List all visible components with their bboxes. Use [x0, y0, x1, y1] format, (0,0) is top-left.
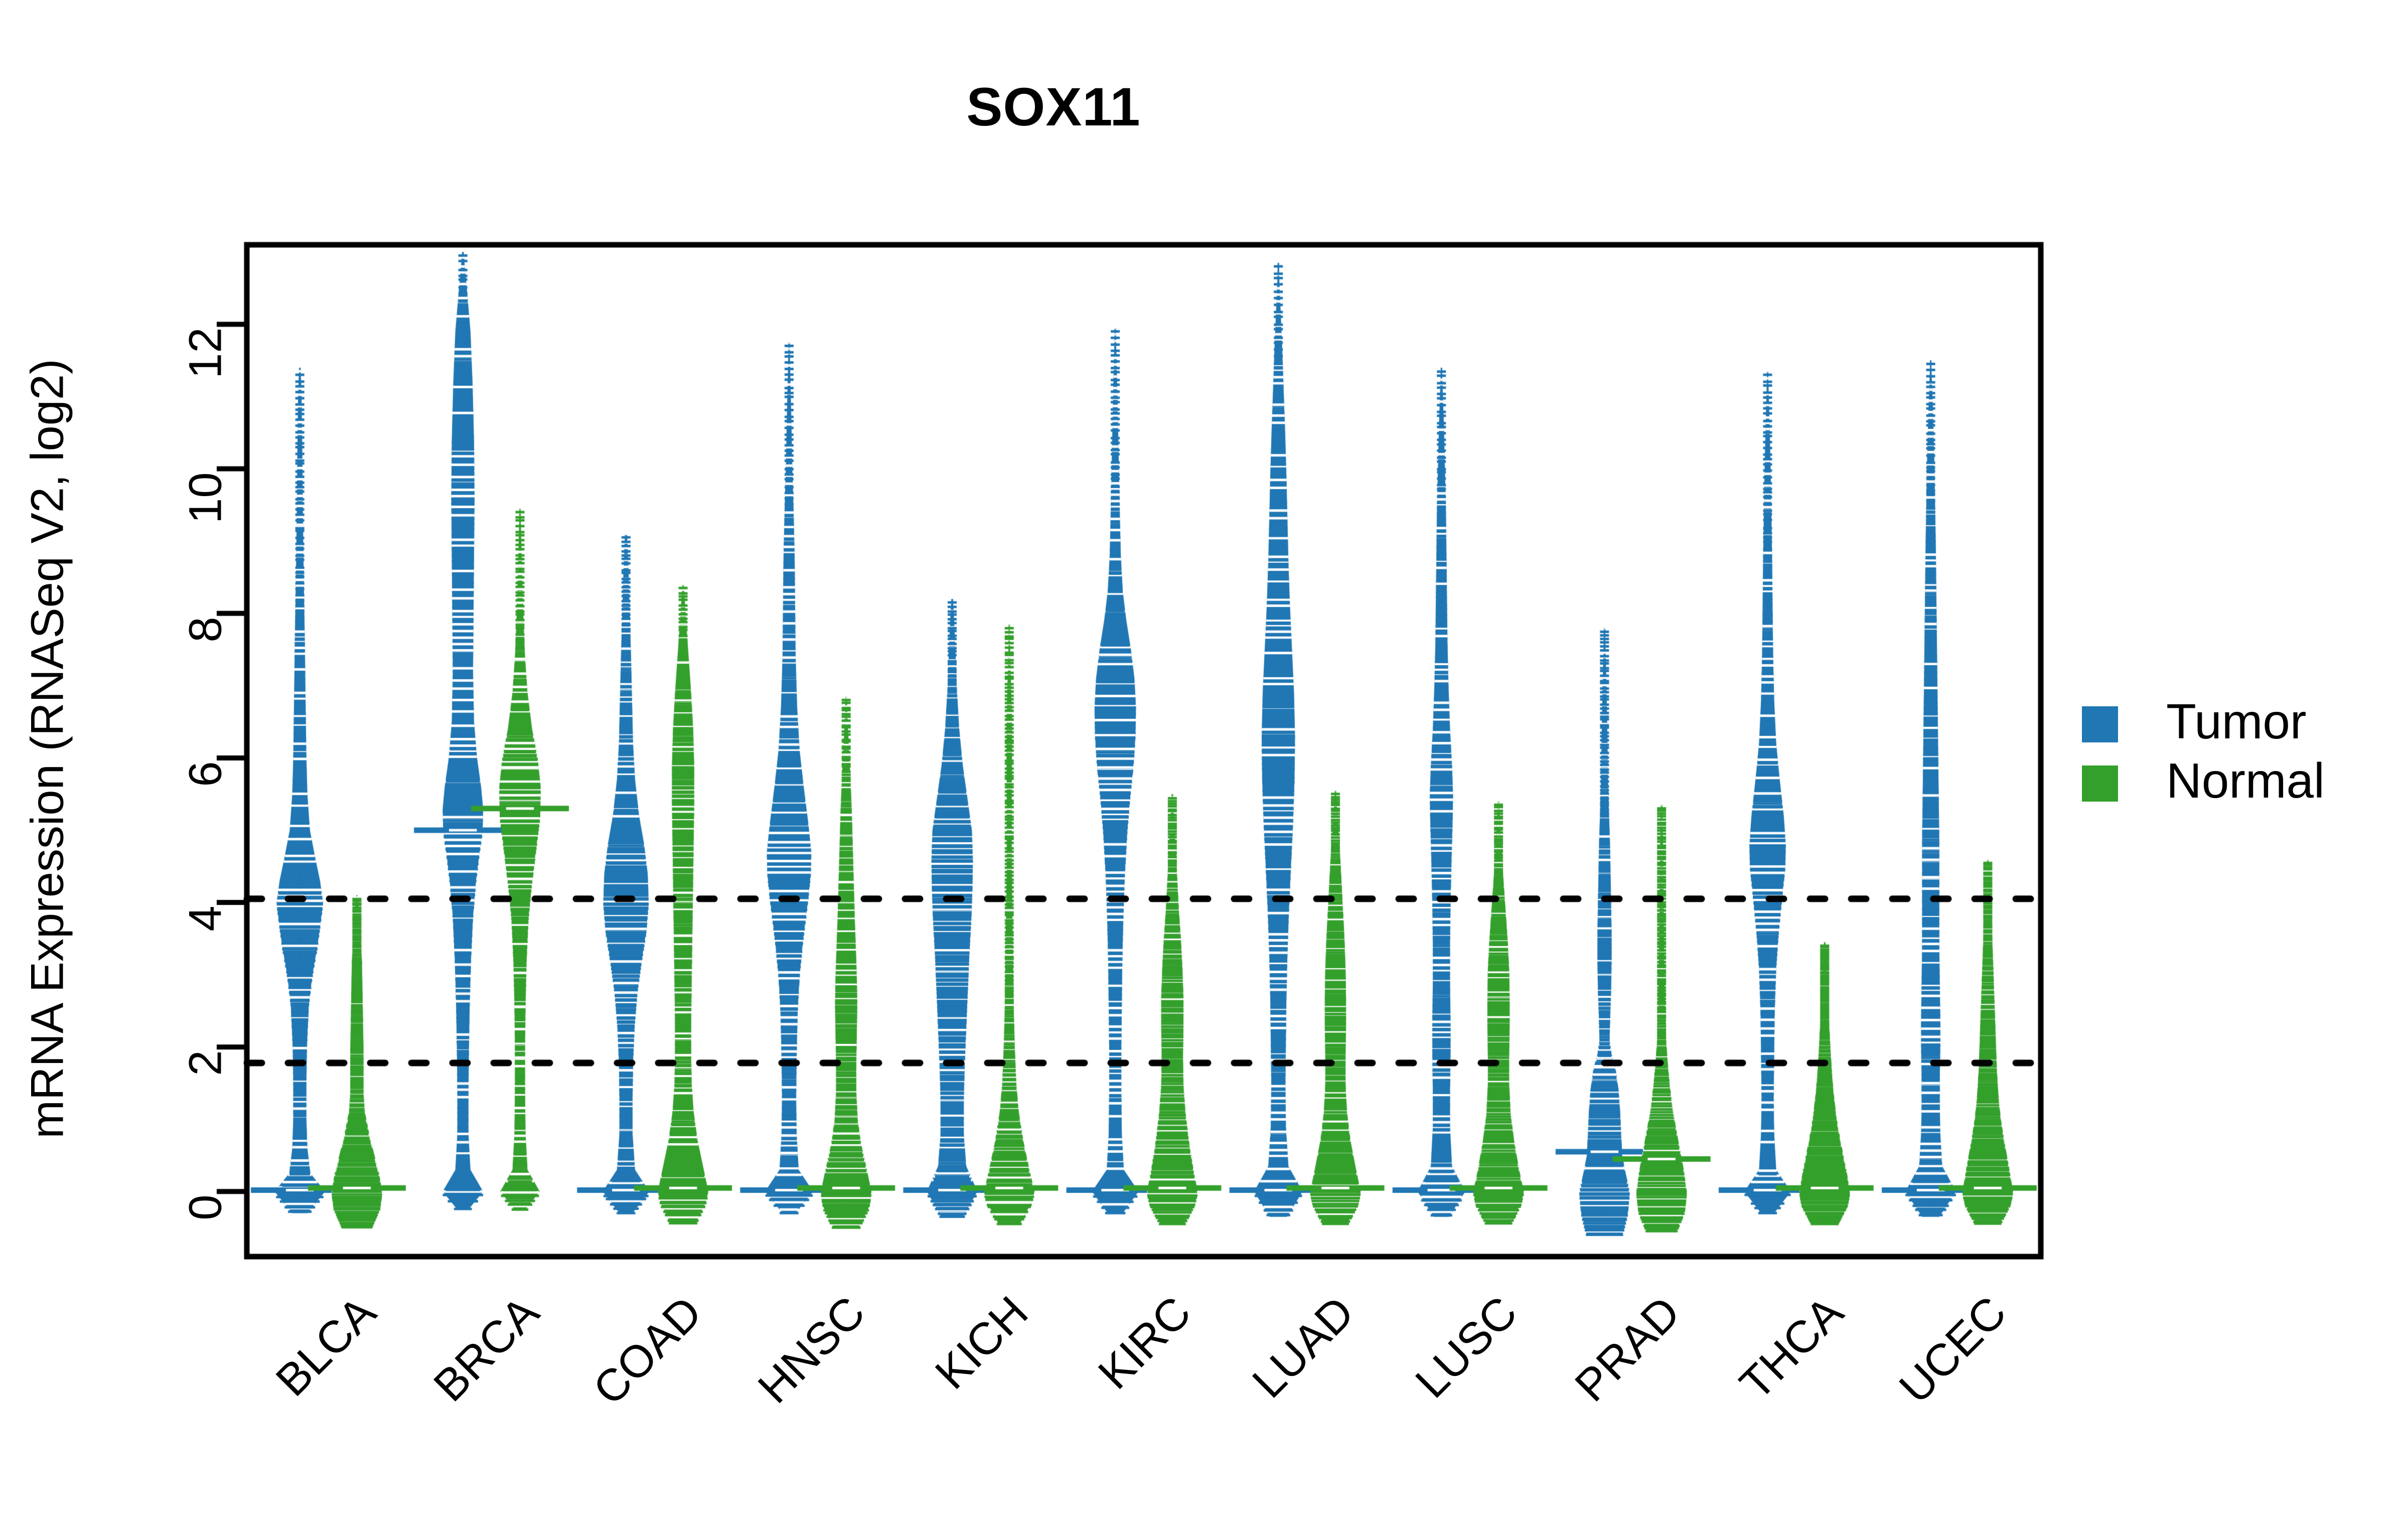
- y-tick-label: 6: [180, 761, 231, 787]
- legend-swatch-tumor: [2082, 706, 2118, 742]
- y-tick-label: 10: [180, 472, 231, 524]
- legend-label-normal: Normal: [2166, 753, 2325, 808]
- chart-figure: SOX11 mRNA Expression (RNASeq V2, log2) …: [0, 0, 2408, 1505]
- y-tick-label: 8: [180, 617, 231, 643]
- y-tick-label: 12: [180, 327, 231, 379]
- y-tick-label: 2: [180, 1050, 231, 1076]
- page-title: SOX11: [966, 76, 1141, 137]
- y-tick-label: 0: [180, 1194, 231, 1220]
- y-tick-label: 4: [180, 905, 231, 932]
- legend-swatch-normal: [2082, 765, 2118, 802]
- legend-label-tumor: Tumor: [2166, 694, 2307, 749]
- violin-plot-canvas: [0, 0, 2408, 1505]
- y-axis-title: mRNA Expression (RNASeq V2, log2): [22, 359, 73, 1139]
